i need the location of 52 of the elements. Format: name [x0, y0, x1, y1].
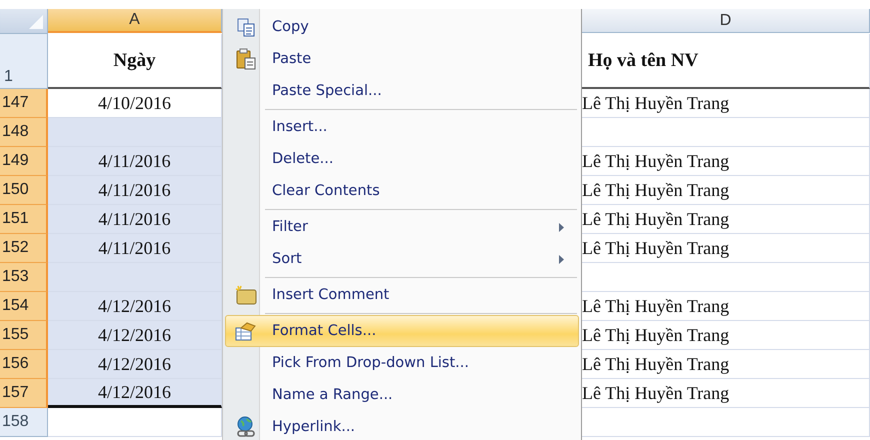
clipboard-icon — [236, 48, 256, 70]
menu-item[interactable]: Filter — [225, 211, 579, 243]
table-cell: Lê Thị Huyền Trang — [582, 350, 870, 379]
row-header[interactable]: 156 — [0, 350, 48, 379]
table-cell: Lê Thị Huyền Trang — [582, 205, 870, 234]
row-header[interactable]: 150 — [0, 176, 48, 205]
comment-icon — [235, 285, 257, 305]
menu-item[interactable]: Format Cells... — [225, 315, 579, 347]
column-header[interactable]: A — [48, 9, 222, 33]
format-cells-icon — [235, 321, 257, 341]
menu-item[interactable]: Clear Contents — [225, 175, 579, 207]
row-header[interactable]: 148 — [0, 118, 48, 147]
menu-item[interactable]: Insert Comment — [225, 279, 579, 311]
menu-item[interactable]: Hyperlink... — [225, 411, 579, 440]
table-cell: Lê Thị Huyền Trang — [582, 147, 870, 176]
table-cell: 4/12/2016 — [48, 350, 222, 379]
copy-icon — [236, 17, 256, 37]
row-header[interactable]: 152 — [0, 234, 48, 263]
table-cell: 4/11/2016 — [48, 176, 222, 205]
menu-item[interactable]: Paste Special... — [225, 75, 579, 107]
menu-item[interactable]: Delete... — [225, 143, 579, 175]
menu-item[interactable]: Sort — [225, 243, 579, 275]
menu-item[interactable]: Name a Range... — [225, 379, 579, 411]
menu-item[interactable]: Paste — [225, 43, 579, 75]
table-cell: Lê Thị Huyền Trang — [582, 321, 870, 350]
table-cell: 4/11/2016 — [48, 205, 222, 234]
row-header[interactable]: 155 — [0, 321, 48, 350]
row-header[interactable]: 153 — [0, 263, 48, 292]
menu-item[interactable]: Pick From Drop-down List... — [225, 347, 579, 379]
table-cell: 4/11/2016 — [48, 234, 222, 263]
table-cell: 4/12/2016 — [48, 292, 222, 321]
table-cell: Lê Thị Huyền Trang — [582, 292, 870, 321]
table-cell: Lê Thị Huyền Trang — [582, 379, 870, 408]
table-cell: 4/12/2016 — [48, 379, 222, 408]
table-cell: Lê Thị Huyền Trang — [582, 234, 870, 263]
menu-item[interactable]: Insert... — [225, 111, 579, 143]
row-header[interactable]: 147 — [0, 89, 48, 118]
column-header[interactable]: D — [582, 9, 870, 33]
table-cell: Lê Thị Huyền Trang — [582, 89, 870, 118]
table-cell: 4/12/2016 — [48, 321, 222, 350]
table-cell: 4/11/2016 — [48, 147, 222, 176]
triangle-icon — [29, 15, 43, 29]
row-header[interactable]: 157 — [0, 379, 48, 408]
menu-item[interactable]: Copy — [225, 11, 579, 43]
row-header[interactable]: 149 — [0, 147, 48, 176]
select-all-corner[interactable] — [0, 9, 48, 34]
hyperlink-icon — [235, 416, 257, 438]
row-header[interactable]: 151 — [0, 205, 48, 234]
row-header[interactable]: 154 — [0, 292, 48, 321]
row-header[interactable]: 1 — [0, 34, 48, 89]
row-header[interactable]: 158 — [0, 408, 48, 437]
table-cell: Lê Thị Huyền Trang — [582, 176, 870, 205]
